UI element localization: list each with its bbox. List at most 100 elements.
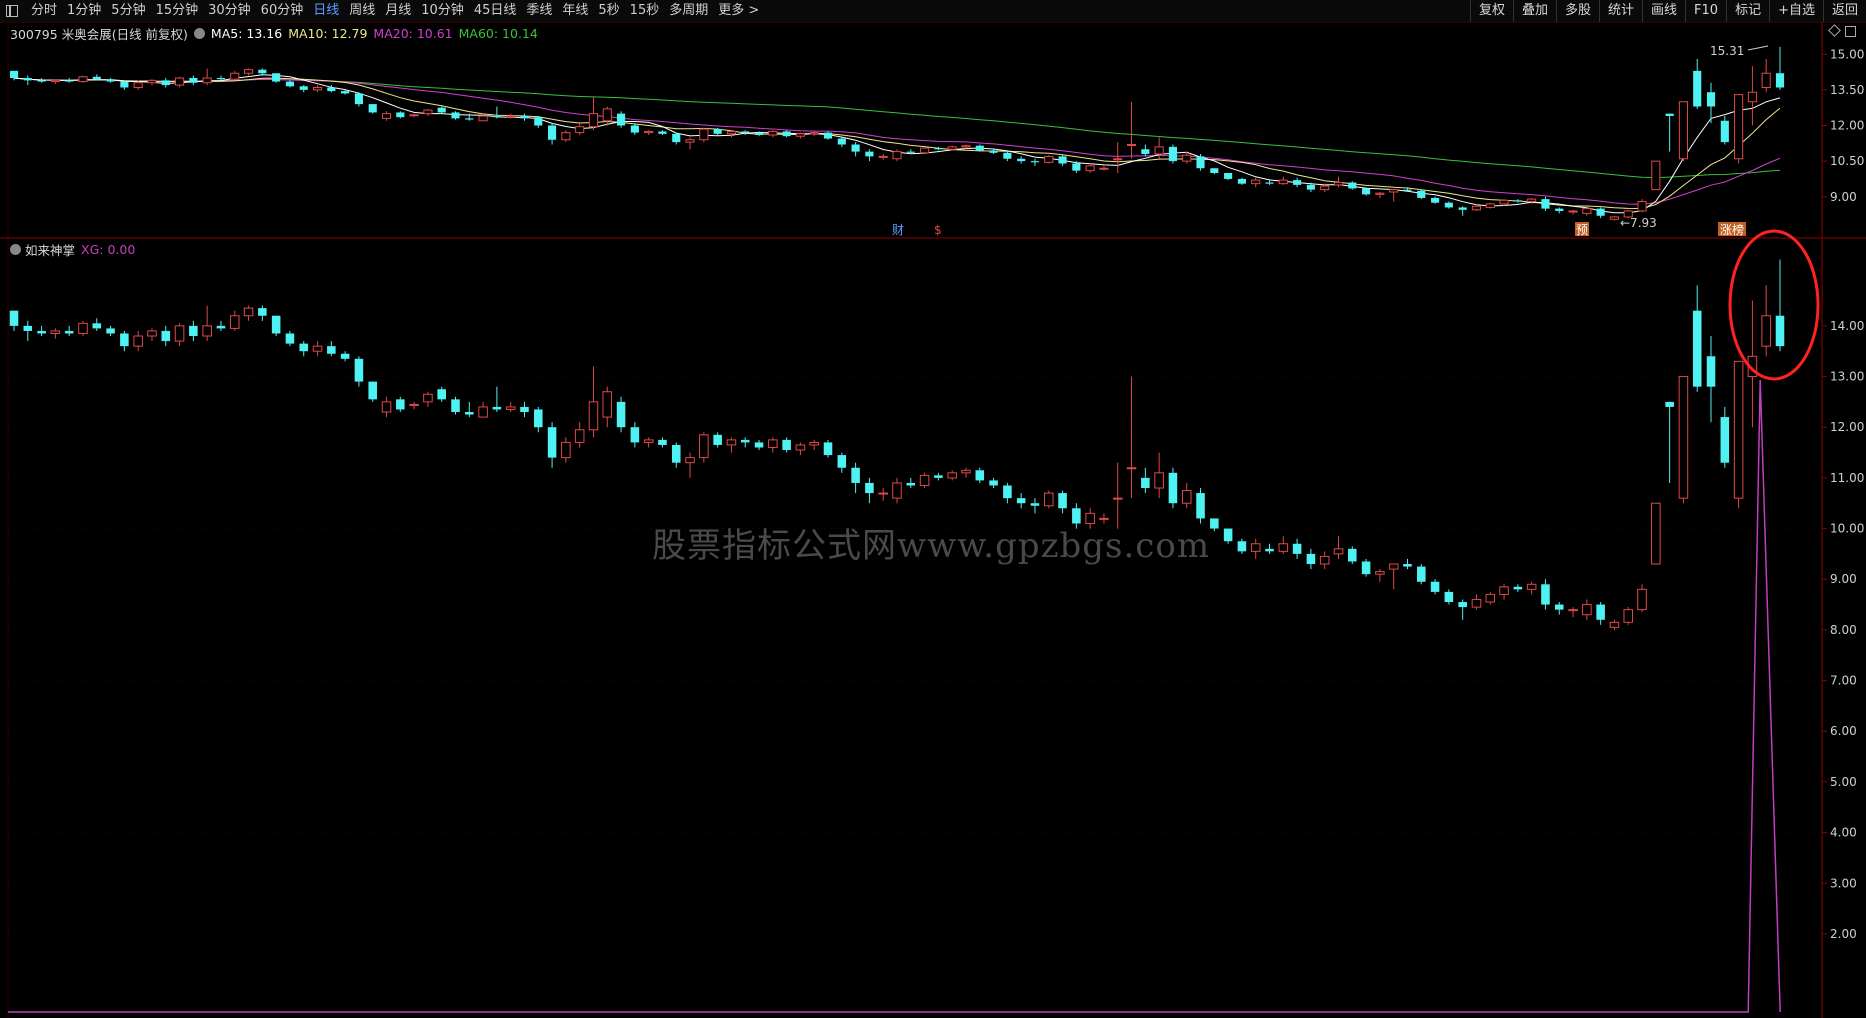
candle-body-ind	[1609, 621, 1620, 628]
candle-body-ind	[381, 401, 392, 413]
candle-body-main	[202, 77, 212, 84]
low-price-label: ←7.93	[1620, 216, 1657, 230]
candle-body-ind	[561, 441, 571, 459]
candle-body-ind	[1513, 586, 1523, 590]
candle-body-main	[1168, 146, 1178, 162]
xg-indicator-line	[8, 379, 1781, 1013]
candle-body-main	[465, 118, 474, 120]
candle-body-main	[588, 113, 599, 128]
axis-label-main: 15.00	[1830, 47, 1864, 61]
candle-body-ind	[1430, 581, 1440, 592]
candle-body-main	[1306, 184, 1315, 190]
limit-up-marker: 涨榜	[1720, 222, 1744, 237]
axis-label-main: 12.00	[1830, 119, 1864, 133]
candle-body-ind	[147, 330, 157, 337]
candle-body-main	[809, 132, 819, 135]
high-pointer	[1747, 45, 1769, 51]
candle-body-ind	[1678, 376, 1689, 499]
candle-body-ind	[1706, 356, 1716, 387]
candle-body-main	[726, 130, 737, 135]
candle-body-ind	[878, 492, 888, 495]
candle-body-main	[506, 115, 516, 118]
candle-body-main	[1471, 205, 1482, 211]
candle-body-ind	[340, 353, 350, 359]
candle-body-main	[1596, 208, 1605, 216]
candle-body-main	[106, 79, 115, 82]
candle-body-ind	[229, 315, 240, 329]
candle-body-ind	[1278, 543, 1289, 552]
candle-body-main	[1651, 160, 1661, 191]
candle-body-ind	[327, 346, 336, 354]
candle-body-main	[92, 76, 101, 80]
candle-body-main	[520, 116, 529, 119]
candle-body-ind	[423, 393, 433, 403]
kline-chart[interactable]: 15.00 13.50 12.00 10.50 9.00 14.00 13.00 12.00 1…	[0, 0, 1866, 1018]
candle-body-ind	[919, 474, 930, 486]
candle-body-main	[630, 125, 639, 133]
candle-body-main	[1085, 165, 1095, 172]
candle-body-main	[534, 117, 543, 126]
candle-body-main	[1182, 154, 1192, 162]
ma20-line	[13, 77, 1781, 205]
candle-body-main	[1099, 167, 1109, 170]
candle-body-main	[602, 108, 612, 122]
candle-body-main	[1499, 199, 1509, 205]
candle-body-ind	[258, 308, 267, 316]
axis-label-ind: 6.00	[1830, 724, 1857, 738]
candle-body-main	[1113, 158, 1123, 161]
candle-body-main	[1568, 210, 1578, 213]
candle-body-main	[644, 130, 654, 134]
candle-body-ind	[1541, 584, 1550, 605]
candle-body-main	[492, 116, 501, 118]
candle-body-ind	[216, 325, 226, 329]
candle-body-main	[65, 80, 74, 82]
candle-body-ind	[1265, 548, 1274, 552]
candle-body-ind	[1030, 503, 1040, 506]
candle-body-main	[1265, 182, 1274, 184]
candle-body-main	[1761, 72, 1771, 88]
candle-body-main	[795, 133, 805, 137]
candle-body-ind	[64, 330, 74, 334]
candle-body-ind	[1196, 493, 1205, 519]
candle-body-main	[1030, 161, 1040, 163]
candle-body-main	[1582, 208, 1592, 214]
candle-body-main	[423, 109, 433, 115]
candle-body-ind	[782, 439, 791, 451]
candle-body-main	[548, 125, 557, 140]
candle-body-main	[9, 70, 19, 78]
candle-body-ind	[1761, 315, 1771, 347]
candle-body-main	[1196, 156, 1205, 169]
candle-body-main	[989, 150, 998, 153]
candle-body-ind	[1112, 497, 1123, 500]
candle-body-ind	[754, 442, 764, 448]
candle-body-ind	[1471, 598, 1482, 608]
candle-body-main	[312, 87, 323, 91]
candle-body-ind	[1126, 467, 1137, 470]
candle-body-main	[189, 78, 198, 83]
candle-body-main	[354, 93, 363, 105]
candle-body-ind	[1375, 571, 1385, 575]
candle-body-ind	[161, 330, 171, 342]
candle-body-ind	[1348, 548, 1357, 562]
candle-body-ind	[1210, 518, 1219, 529]
candle-body-ind	[975, 470, 985, 481]
candle-body-main	[1293, 180, 1302, 185]
candle-body-ind	[37, 330, 46, 334]
candle-body-ind	[1361, 561, 1371, 575]
candle-body-ind	[906, 482, 916, 486]
candle-body-main	[1734, 94, 1744, 160]
axis-label-ind: 12.00	[1830, 420, 1864, 434]
candle-body-main	[699, 128, 709, 141]
candle-body-ind	[947, 472, 957, 479]
candle-body-ind	[574, 429, 585, 443]
candle-body-main	[1609, 216, 1620, 220]
candle-body-ind	[409, 403, 419, 406]
candle-body-ind	[23, 325, 33, 331]
candle-body-main	[368, 104, 377, 113]
candle-body-ind	[1623, 609, 1634, 623]
axis-label-ind: 13.00	[1830, 370, 1864, 384]
candle-body-main	[1403, 189, 1412, 191]
axis-label-ind: 5.00	[1830, 775, 1857, 789]
candle-body-ind	[1292, 543, 1302, 554]
candle-body-main	[23, 78, 32, 81]
